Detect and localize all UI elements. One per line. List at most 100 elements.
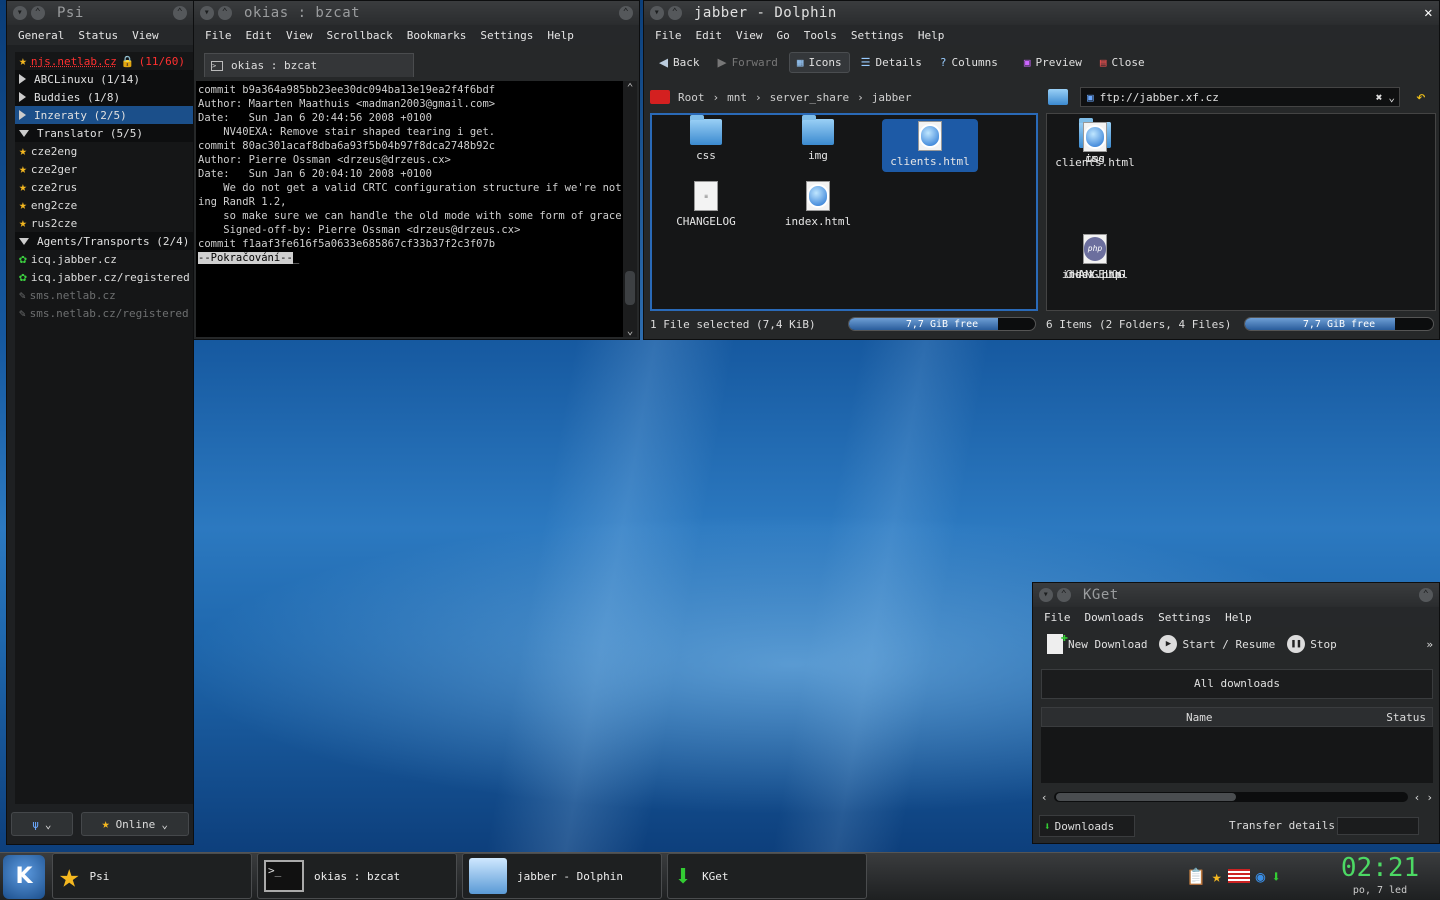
menu-view[interactable]: View: [279, 29, 320, 42]
scroll-down-icon[interactable]: ⌄: [623, 324, 637, 337]
clipboard-icon[interactable]: 📋: [1186, 867, 1206, 886]
crumb-mnt[interactable]: mnt: [727, 91, 747, 104]
menu-scrollback[interactable]: Scrollback: [320, 29, 400, 42]
menu-view[interactable]: View: [125, 29, 166, 42]
keyboard-layout-flag-icon[interactable]: [1227, 869, 1250, 883]
scroll-thumb[interactable]: [1055, 793, 1236, 801]
transfer-details-field[interactable]: [1337, 817, 1419, 835]
roster-contact[interactable]: ✿ icq.jabber.cz/registered: [15, 268, 193, 286]
file-item[interactable]: index.html: [770, 181, 866, 228]
roster-contact[interactable]: ✎ sms.netlab.cz/registered: [15, 304, 193, 322]
roster-group[interactable]: Agents/Transports (2/4): [15, 232, 193, 250]
close-icon[interactable]: ⌃: [173, 6, 187, 20]
window-menu-icon[interactable]: ▾: [1039, 588, 1053, 602]
dolphin-titlebar[interactable]: ▾ ⌃ jabber - Dolphin ✕: [644, 1, 1439, 25]
scroll-thumb[interactable]: [625, 271, 635, 305]
crumb-jabber[interactable]: jabber: [872, 91, 912, 104]
menu-help[interactable]: Help: [911, 29, 952, 42]
task-dolphin[interactable]: jabber - Dolphin: [462, 853, 662, 899]
kde-menu-button[interactable]: K: [3, 855, 45, 899]
file-item[interactable]: php test.php: [1047, 234, 1143, 281]
menu-bookmarks[interactable]: Bookmarks: [400, 29, 474, 42]
menu-help[interactable]: Help: [1218, 611, 1259, 624]
shade-icon[interactable]: ⌃: [31, 6, 45, 20]
close-icon[interactable]: ⌃: [619, 6, 633, 20]
menu-edit[interactable]: Edit: [689, 29, 730, 42]
window-menu-icon[interactable]: ▾: [650, 6, 664, 20]
menu-edit[interactable]: Edit: [239, 29, 280, 42]
stop-button[interactable]: ❚❚ Stop: [1287, 635, 1337, 653]
kget-titlebar[interactable]: ▾ ⌃ KGet ⌃: [1033, 583, 1439, 607]
roster-group[interactable]: Translator (5/5): [15, 124, 193, 142]
chevron-left-icon[interactable]: ‹: [1414, 791, 1421, 804]
account-row[interactable]: ★ njs.netlab.cz 🔒 (11/60): [15, 52, 193, 70]
toolbar-overflow-icon[interactable]: »: [1426, 638, 1433, 651]
menu-view[interactable]: View: [729, 29, 770, 42]
roster-contact[interactable]: ✎ sms.netlab.cz: [15, 286, 193, 304]
psi-options-button[interactable]: ψ ⌄: [11, 812, 73, 836]
kget-tray-icon[interactable]: ⬇: [1271, 867, 1281, 886]
file-item[interactable]: ≡ CHANGELOG: [658, 181, 754, 228]
expanded-arrow-icon[interactable]: [19, 237, 29, 245]
downloads-tab[interactable]: ⬇ Downloads: [1039, 815, 1135, 837]
crumb-root[interactable]: Root: [678, 91, 705, 104]
right-pane[interactable]: cssimgclients.html0101CHANGELOGindex.htm…: [1046, 113, 1436, 311]
network-globe-icon[interactable]: ◉: [1256, 867, 1266, 886]
menu-file[interactable]: File: [648, 29, 689, 42]
menu-settings[interactable]: Settings: [473, 29, 540, 42]
window-menu-icon[interactable]: ▾: [200, 6, 214, 20]
chevron-left-icon[interactable]: ‹: [1041, 791, 1048, 804]
menu-file[interactable]: File: [1037, 611, 1078, 624]
scroll-track[interactable]: [1053, 792, 1408, 802]
psi-titlebar[interactable]: ▾ ⌃ Psi ⌃: [7, 1, 193, 25]
roster-group[interactable]: Buddies (1/8): [15, 88, 193, 106]
left-pane[interactable]: css img clients.html ≡ CHANGELOG index.html: [650, 113, 1038, 311]
roster-contact[interactable]: ★ cze2eng: [15, 142, 193, 160]
collapsed-arrow-icon[interactable]: [19, 74, 26, 84]
collapsed-arrow-icon[interactable]: [19, 92, 26, 102]
menu-settings[interactable]: Settings: [1151, 611, 1218, 624]
menu-help[interactable]: Help: [540, 29, 581, 42]
shade-icon[interactable]: ⌃: [218, 6, 232, 20]
new-download-button[interactable]: ✚ New Download: [1047, 630, 1147, 654]
crumb-server-share[interactable]: server_share: [770, 91, 849, 104]
roster-contact[interactable]: ★ rus2cze: [15, 214, 193, 232]
task-kget[interactable]: ⬇ KGet: [667, 853, 867, 899]
reload-icon[interactable]: ↶: [1416, 87, 1426, 106]
column-status[interactable]: Status: [1386, 711, 1426, 724]
all-downloads-group[interactable]: All downloads: [1041, 669, 1433, 699]
roster-contact[interactable]: ★ cze2rus: [15, 178, 193, 196]
terminal-output[interactable]: commit b9a364a985bb23ee30dc094ba13e19ea2…: [196, 81, 624, 337]
menu-general[interactable]: General: [11, 29, 71, 42]
file-item[interactable]: clients.html: [1047, 122, 1143, 169]
url-field[interactable]: ▣ ftp://jabber.xf.cz ✖ ⌄: [1080, 87, 1400, 107]
forward-button[interactable]: ▶ Forward: [711, 50, 785, 74]
preview-button[interactable]: ▣ Preview: [1017, 53, 1089, 72]
task-psi[interactable]: ★ Psi: [52, 853, 252, 899]
konsole-titlebar[interactable]: ▾ ⌃ okias : bzcat ⌃: [194, 1, 639, 25]
menu-file[interactable]: File: [198, 29, 239, 42]
roster-group[interactable]: Inzeraty (2/5): [15, 106, 193, 124]
back-button[interactable]: ◀ Back: [652, 50, 707, 74]
expanded-arrow-icon[interactable]: [19, 129, 29, 137]
task-konsole[interactable]: >_ okias : bzcat: [257, 853, 457, 899]
details-view-button[interactable]: ☰ Details: [854, 53, 929, 72]
shade-icon[interactable]: ⌃: [668, 6, 682, 20]
download-list[interactable]: [1041, 727, 1433, 783]
clear-icon[interactable]: ✖: [1376, 91, 1383, 104]
contact-roster[interactable]: ★ njs.netlab.cz 🔒 (11/60) ABCLinuxu (1/1…: [15, 52, 193, 804]
menu-settings[interactable]: Settings: [844, 29, 911, 42]
scroll-up-icon[interactable]: ⌃: [623, 81, 637, 94]
shade-icon[interactable]: ⌃: [1057, 588, 1071, 602]
column-name[interactable]: Name: [1186, 711, 1213, 724]
roster-contact[interactable]: ★ eng2cze: [15, 196, 193, 214]
menu-status[interactable]: Status: [71, 29, 125, 42]
file-item[interactable]: css: [658, 115, 754, 162]
start-resume-button[interactable]: ▶ Start / Resume: [1159, 635, 1275, 653]
close-split-button[interactable]: ▤ Close: [1093, 53, 1152, 72]
collapsed-arrow-icon[interactable]: [19, 110, 26, 120]
columns-view-button[interactable]: ? Columns: [933, 53, 1005, 72]
roster-contact[interactable]: ★ cze2ger: [15, 160, 193, 178]
close-icon[interactable]: ⌃: [1419, 588, 1433, 602]
icons-view-button[interactable]: ▦ Icons: [788, 51, 850, 73]
